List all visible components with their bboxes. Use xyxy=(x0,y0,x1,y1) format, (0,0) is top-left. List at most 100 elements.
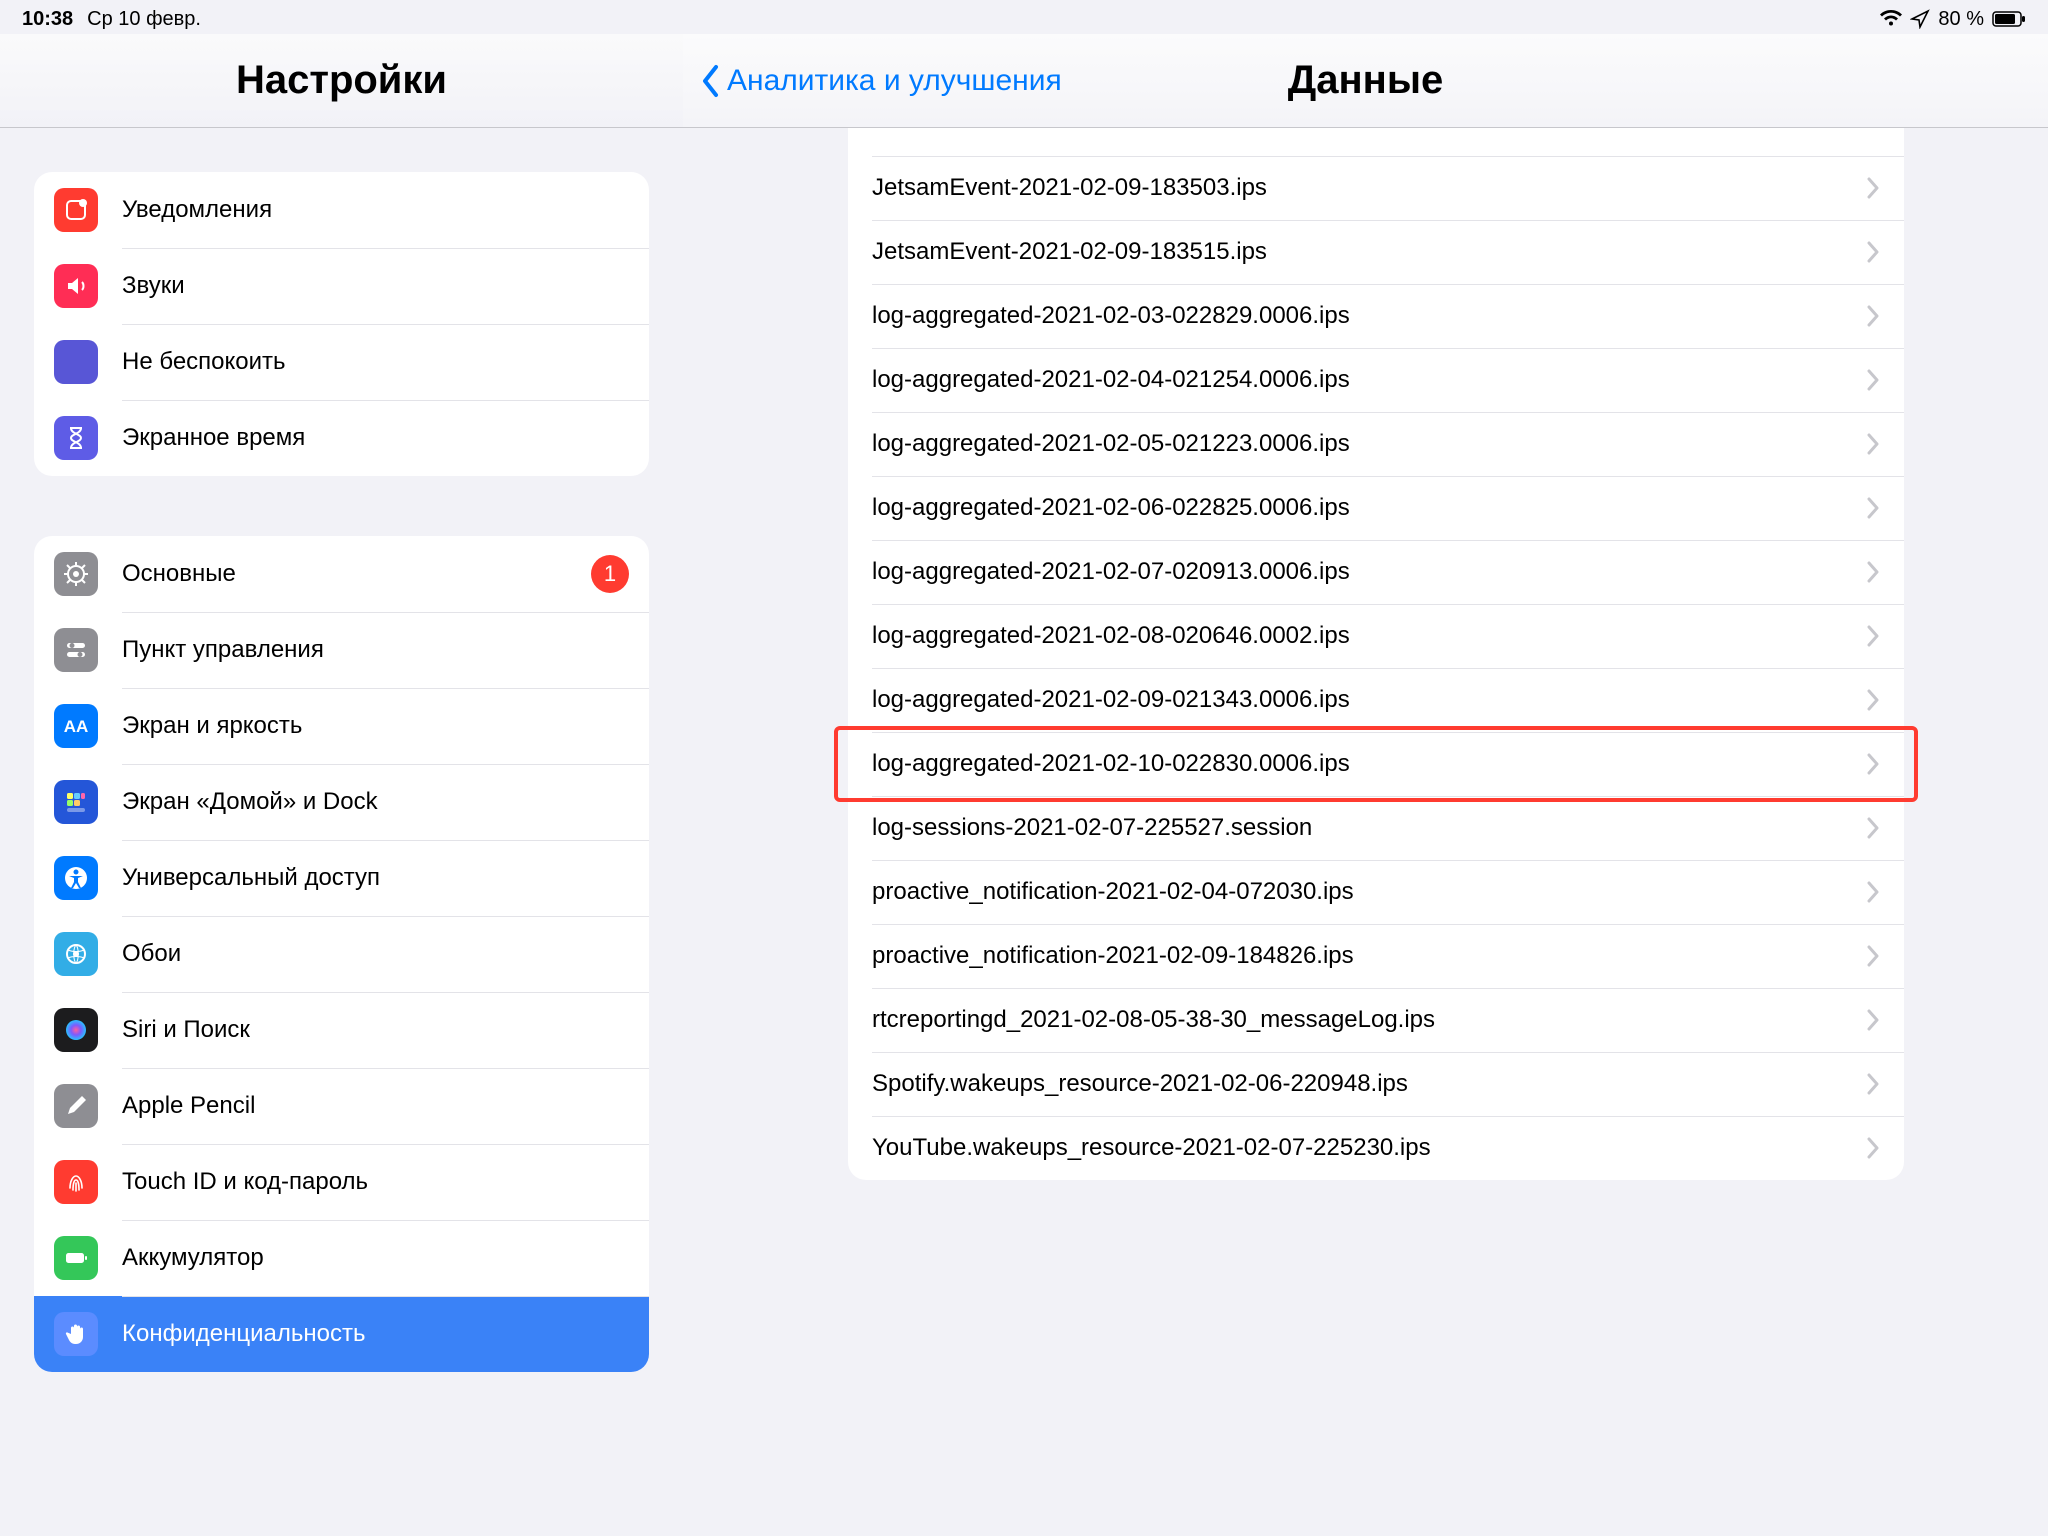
log-filename: JetsamEvent-2021-02-08-215846.ips xyxy=(872,128,1852,130)
sidebar-item-label: Аккумулятор xyxy=(122,1244,629,1272)
data-row[interactable]: log-aggregated-2021-02-07-020913.0006.ip… xyxy=(848,540,1904,604)
sidebar-item-label: Универсальный доступ xyxy=(122,864,629,892)
back-label: Аналитика и улучшения xyxy=(727,64,1062,98)
location-icon xyxy=(1910,9,1930,29)
status-time: 10:38 xyxy=(22,8,73,31)
sidebar-item-wallpaper[interactable]: Обои xyxy=(34,916,649,992)
sidebar-item-home[interactable]: Экран «Домой» и Dock xyxy=(34,764,649,840)
log-filename: JetsamEvent-2021-02-09-183515.ips xyxy=(872,238,1852,266)
touchid-icon xyxy=(54,1160,98,1204)
sidebar-item-dnd[interactable]: Не беспокоить xyxy=(34,324,649,400)
sidebar-item-siri[interactable]: Siri и Поиск xyxy=(34,992,649,1068)
data-row[interactable]: JetsamEvent-2021-02-09-183515.ips xyxy=(848,220,1904,284)
sidebar-item-control[interactable]: Пункт управления xyxy=(34,612,649,688)
sidebar-item-pencil[interactable]: Apple Pencil xyxy=(34,1068,649,1144)
sidebar-item-label: Siri и Поиск xyxy=(122,1016,629,1044)
log-filename: log-aggregated-2021-02-05-021223.0006.ip… xyxy=(872,430,1852,458)
log-filename: log-aggregated-2021-02-06-022825.0006.ip… xyxy=(872,494,1852,522)
log-filename: Spotify.wakeups_resource-2021-02-06-2209… xyxy=(872,1070,1852,1098)
sidebar-item-battery[interactable]: Аккумулятор xyxy=(34,1220,649,1296)
notifications-icon xyxy=(54,188,98,232)
home-icon xyxy=(54,780,98,824)
general-icon xyxy=(54,552,98,596)
log-filename: log-aggregated-2021-02-07-020913.0006.ip… xyxy=(872,558,1852,586)
log-filename: log-aggregated-2021-02-09-021343.0006.ip… xyxy=(872,686,1852,714)
screentime-icon xyxy=(54,416,98,460)
sidebar-item-touchid[interactable]: Touch ID и код-пароль xyxy=(34,1144,649,1220)
sidebar-item-notifications[interactable]: Уведомления xyxy=(34,172,649,248)
battery-icon xyxy=(54,1236,98,1280)
data-row[interactable]: rtcreportingd_2021-02-08-05-38-30_messag… xyxy=(848,988,1904,1052)
data-row[interactable]: log-aggregated-2021-02-09-021343.0006.ip… xyxy=(848,668,1904,732)
sidebar-item-sounds[interactable]: Звуки xyxy=(34,248,649,324)
sidebar-item-screentime[interactable]: Экранное время xyxy=(34,400,649,476)
chevron-right-icon xyxy=(1866,1009,1880,1031)
log-filename: proactive_notification-2021-02-09-184826… xyxy=(872,942,1852,970)
log-filename: JetsamEvent-2021-02-09-183503.ips xyxy=(872,174,1852,202)
status-bar: 10:38 Ср 10 февр. 80 % xyxy=(0,0,2048,34)
sidebar-item-privacy[interactable]: Конфиденциальность xyxy=(34,1296,649,1372)
sidebar-item-label: Не беспокоить xyxy=(122,348,629,376)
sounds-icon xyxy=(54,264,98,308)
data-row[interactable]: log-aggregated-2021-02-05-021223.0006.ip… xyxy=(848,412,1904,476)
sidebar-item-label: Экран «Домой» и Dock xyxy=(122,788,629,816)
wallpaper-icon xyxy=(54,932,98,976)
back-button[interactable]: Аналитика и улучшения xyxy=(701,64,1062,98)
sidebar-item-label: Экранное время xyxy=(122,424,629,452)
sidebar-item-access[interactable]: Универсальный доступ xyxy=(34,840,649,916)
chevron-right-icon xyxy=(1866,305,1880,327)
data-row[interactable]: proactive_notification-2021-02-04-072030… xyxy=(848,860,1904,924)
chevron-right-icon xyxy=(1866,241,1880,263)
log-filename: log-sessions-2021-02-07-225527.session xyxy=(872,814,1852,842)
sidebar-item-general[interactable]: Основные 1 xyxy=(34,536,649,612)
log-filename: log-aggregated-2021-02-08-020646.0002.ip… xyxy=(872,622,1852,650)
sidebar-item-label: Apple Pencil xyxy=(122,1092,629,1120)
log-filename: log-aggregated-2021-02-10-022830.0006.ip… xyxy=(872,750,1852,778)
chevron-right-icon xyxy=(1866,177,1880,199)
sidebar-item-label: Основные xyxy=(122,560,581,588)
sidebar-item-label: Touch ID и код-пароль xyxy=(122,1168,629,1196)
chevron-right-icon xyxy=(1866,945,1880,967)
log-filename: YouTube.wakeups_resource-2021-02-07-2252… xyxy=(872,1134,1852,1162)
log-filename: log-aggregated-2021-02-04-021254.0006.ip… xyxy=(872,366,1852,394)
data-row[interactable]: log-aggregated-2021-02-08-020646.0002.ip… xyxy=(848,604,1904,668)
chevron-right-icon xyxy=(1866,817,1880,839)
data-row[interactable]: log-aggregated-2021-02-06-022825.0006.ip… xyxy=(848,476,1904,540)
data-row[interactable]: YouTube.wakeups_resource-2021-02-07-2252… xyxy=(848,1116,1904,1180)
privacy-icon xyxy=(54,1312,98,1356)
data-row[interactable]: Spotify.wakeups_resource-2021-02-06-2209… xyxy=(848,1052,1904,1116)
data-row[interactable]: JetsamEvent-2021-02-09-183503.ips xyxy=(848,156,1904,220)
data-row[interactable]: log-aggregated-2021-02-10-022830.0006.ip… xyxy=(848,732,1904,796)
sidebar-item-display[interactable]: AAЭкран и яркость xyxy=(34,688,649,764)
log-filename: proactive_notification-2021-02-04-072030… xyxy=(872,878,1852,906)
chevron-right-icon xyxy=(1866,625,1880,647)
data-row[interactable]: proactive_notification-2021-02-09-184826… xyxy=(848,924,1904,988)
dnd-icon xyxy=(54,340,98,384)
chevron-right-icon xyxy=(1866,497,1880,519)
detail-title: Данные xyxy=(1288,58,1443,103)
log-filename: rtcreportingd_2021-02-08-05-38-30_messag… xyxy=(872,1006,1852,1034)
status-date: Ср 10 февр. xyxy=(87,8,201,31)
control-icon xyxy=(54,628,98,672)
chevron-right-icon xyxy=(1866,1137,1880,1159)
data-row[interactable]: log-aggregated-2021-02-04-021254.0006.ip… xyxy=(848,348,1904,412)
sidebar-item-label: Звуки xyxy=(122,272,629,300)
chevron-right-icon xyxy=(1866,561,1880,583)
battery-icon xyxy=(1992,11,2026,27)
sidebar-item-label: Обои xyxy=(122,940,629,968)
analytics-data-list[interactable]: JetsamEvent-2021-02-08-215846.ips JetsamE… xyxy=(848,128,1904,1180)
data-row[interactable]: log-aggregated-2021-02-03-022829.0006.ip… xyxy=(848,284,1904,348)
sidebar-item-label: Конфиденциальность xyxy=(122,1320,629,1348)
chevron-left-icon xyxy=(701,64,721,98)
log-filename: log-aggregated-2021-02-03-022829.0006.ip… xyxy=(872,302,1852,330)
access-icon xyxy=(54,856,98,900)
sidebar-item-label: Пункт управления xyxy=(122,636,629,664)
data-row[interactable]: log-sessions-2021-02-07-225527.session xyxy=(848,796,1904,860)
badge: 1 xyxy=(591,555,629,593)
data-row[interactable]: JetsamEvent-2021-02-08-215846.ips xyxy=(848,128,1904,156)
settings-title: Настройки xyxy=(0,34,683,127)
settings-sidebar[interactable]: Уведомления Звуки Не беспокоить Экранное вр… xyxy=(0,128,683,1536)
chevron-right-icon xyxy=(1866,753,1880,775)
wifi-icon xyxy=(1880,10,1902,28)
display-icon: AA xyxy=(54,704,98,748)
